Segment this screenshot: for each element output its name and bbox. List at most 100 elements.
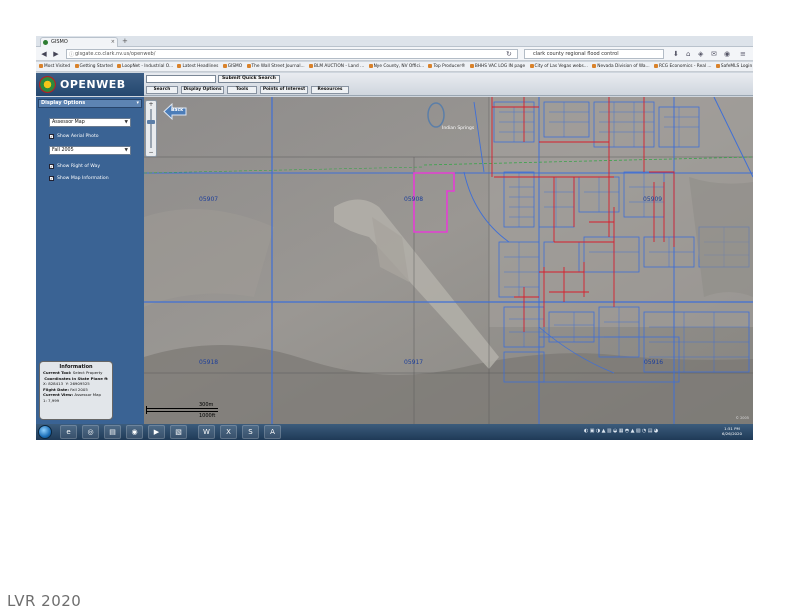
browser-search-input[interactable]: clark county regional flood control <box>524 49 664 59</box>
map-type-value: Assessor Map <box>52 120 85 125</box>
messages-icon[interactable]: ✉ <box>711 50 717 58</box>
app-logo: OPENWEB <box>60 78 126 91</box>
place-label: Indian Springs <box>442 126 475 131</box>
bookmark-icon <box>428 63 433 68</box>
file-explorer-icon[interactable]: ▤ <box>104 425 121 439</box>
bookmark-icon <box>117 63 122 68</box>
forward-arrow-icon[interactable]: ▶ <box>51 49 61 59</box>
show-aerial-checkbox[interactable]: ✓ Show Aerial Photo <box>49 133 99 140</box>
info-view: Current View: Assessor Map <box>43 392 101 397</box>
firefox-icon[interactable]: ◉ <box>126 425 143 439</box>
new-tab-icon[interactable]: + <box>122 36 128 46</box>
pocket-icon[interactable]: ◈ <box>698 50 703 58</box>
url-text: gisgate.co.clark.nv.us/openweb/ <box>75 51 156 57</box>
bookmark-item[interactable]: BLM AUCTION - Land ... <box>309 62 364 71</box>
tab-title: GISMO <box>51 39 68 45</box>
show-mapinfo-label: Show Map Information <box>57 176 109 181</box>
terrain-patch <box>144 209 274 307</box>
skype-icon[interactable]: S <box>242 425 259 439</box>
flight-select[interactable]: Fall 2005 ▼ <box>49 146 131 155</box>
zoom-control[interactable]: + − <box>145 100 157 157</box>
browser-nav-bar: ◀ ▶ ⓘ gisgate.co.clark.nv.us/openweb/ ↻ … <box>36 47 753 61</box>
address-bar[interactable]: ⓘ gisgate.co.clark.nv.us/openweb/ <box>66 49 518 59</box>
tab-search[interactable]: Search <box>146 86 178 94</box>
back-button[interactable]: Back <box>163 103 187 120</box>
bookmark-item[interactable]: Top Producer® <box>428 62 465 71</box>
browser-tab[interactable]: GISMO × <box>40 37 118 47</box>
tab-tools[interactable]: Tools <box>227 86 257 94</box>
show-mapinfo-checkbox[interactable]: ✓ Show Map Information <box>49 175 109 182</box>
scale-line <box>146 408 218 409</box>
zoom-in-icon[interactable]: + <box>146 101 156 108</box>
map-view[interactable]: 05907 05908 05909 05918 05917 05916 Indi… <box>144 97 753 424</box>
show-aerial-label: Show Aerial Photo <box>57 134 99 139</box>
close-tab-icon[interactable]: × <box>111 38 115 47</box>
bookmark-icon <box>469 63 474 68</box>
search-query-text: clark county regional flood control <box>533 51 619 57</box>
county-seal-icon <box>39 76 56 93</box>
word-icon[interactable]: W <box>198 425 215 439</box>
addon-icon[interactable]: ◉ <box>724 50 730 58</box>
bookmark-item[interactable]: GISMO <box>222 62 242 71</box>
download-icon[interactable]: ⬇ <box>673 50 679 58</box>
parcel-label: 05917 <box>404 359 424 366</box>
bookmark-item[interactable]: The Wall Street Journal... <box>246 62 305 71</box>
media-icon[interactable]: ▶ <box>148 425 165 439</box>
zoom-track[interactable] <box>150 109 152 148</box>
bookmark-item[interactable]: BHHS VAC LOG IN page <box>469 62 525 71</box>
home-icon[interactable]: ⌂ <box>686 50 690 58</box>
quick-search-input[interactable] <box>146 75 216 83</box>
back-label: Back <box>171 108 184 113</box>
map-type-select[interactable]: Assessor Map ▼ <box>49 118 131 127</box>
internet-explorer-icon[interactable]: e <box>60 425 77 439</box>
excel-icon[interactable]: X <box>220 425 237 439</box>
bookmark-item[interactable]: Nevada Division of Wa... <box>592 62 650 71</box>
bookmark-item[interactable]: Getting Started <box>74 62 113 71</box>
menu-icon[interactable]: ≡ <box>740 50 746 58</box>
start-button-icon[interactable] <box>38 425 52 439</box>
bookmark-icon <box>309 63 313 68</box>
acrobat-icon[interactable]: A <box>264 425 281 439</box>
collapse-icon[interactable]: ▾ <box>136 100 139 107</box>
logo-area: OPENWEB <box>36 73 144 96</box>
tab-display-options[interactable]: Display Options <box>181 86 224 94</box>
bookmark-item[interactable]: Nye County, NV Offici... <box>368 62 424 71</box>
quick-search-button[interactable]: Submit Quick Search <box>218 75 280 83</box>
screenshot: GISMO × + ◀ ▶ ⓘ gisgate.co.clark.nv.us/o… <box>36 36 753 440</box>
reload-icon[interactable]: ↻ <box>506 50 512 58</box>
zoom-out-icon[interactable]: − <box>146 149 156 156</box>
parcel-label: 05907 <box>199 196 219 203</box>
bookmark-item[interactable]: SafeMLS Login <box>715 62 752 71</box>
zoom-slider-handle[interactable] <box>147 120 155 124</box>
bookmark-item[interactable]: LoopNet - Industrial O... <box>117 62 173 71</box>
checkbox-checked-icon[interactable]: ✓ <box>49 175 54 181</box>
display-options-panel: Display Options ▾ Assessor Map ▼ ✓ Show A… <box>36 97 144 424</box>
sticky-notes-icon[interactable]: ▧ <box>170 425 187 439</box>
parcel-label: 05916 <box>644 359 664 366</box>
system-tray-icons[interactable]: ◐▣◑▲▥◒▦◓▲▧◔▤◕ <box>584 427 660 435</box>
flight-value: Fall 2005 <box>52 148 74 153</box>
tab-resources[interactable]: Resources <box>311 86 349 94</box>
checkbox-checked-icon[interactable]: ✓ <box>49 163 54 169</box>
aerial-map-canvas[interactable] <box>144 97 753 424</box>
bookmark-item[interactable]: Most Visited <box>39 62 70 71</box>
scale-line <box>146 411 218 412</box>
show-rightofway-checkbox[interactable]: ✓ Show Right of Way <box>49 163 100 170</box>
bookmark-icon <box>654 63 658 68</box>
checkbox-checked-icon[interactable]: ✓ <box>49 133 54 139</box>
bookmark-icon <box>246 63 251 68</box>
bookmark-item[interactable]: RCG Economics - Real ... <box>654 62 712 71</box>
chevron-down-icon: ▼ <box>124 148 128 153</box>
panel-header[interactable]: Display Options ▾ <box>38 99 142 108</box>
back-arrow-icon[interactable]: ◀ <box>39 49 49 59</box>
bookmark-item[interactable]: Latest Headlines <box>177 62 218 71</box>
panel-title: Display Options <box>41 100 86 106</box>
chrome-icon[interactable]: ◎ <box>82 425 99 439</box>
bookmark-icon <box>592 63 597 68</box>
tab-points-of-interest[interactable]: Points of Interest <box>260 86 308 94</box>
scale-bar: 300m 1000ft <box>146 402 221 420</box>
bookmark-item[interactable]: City of Las Vegas webs... <box>529 62 588 71</box>
chevron-down-icon: ▼ <box>124 120 128 125</box>
bookmarks-bar: Most Visited Getting Started LoopNet - I… <box>36 62 753 72</box>
taskbar-clock[interactable]: 1:51 PM 6/26/2020 <box>716 426 748 436</box>
